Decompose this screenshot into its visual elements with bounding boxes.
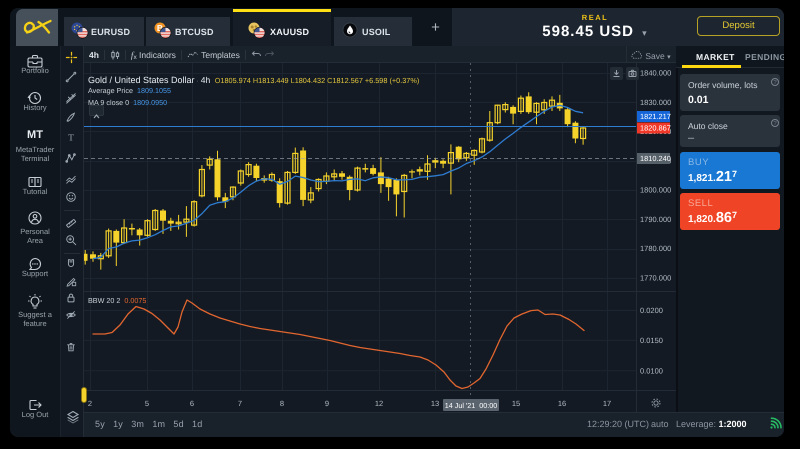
svg-text:6: 6 [190, 399, 194, 408]
svg-text:0.0150: 0.0150 [640, 336, 663, 345]
svg-text:1830.000: 1830.000 [640, 98, 671, 107]
svg-text:1840.000: 1840.000 [640, 69, 671, 78]
svg-text:1800.000: 1800.000 [640, 186, 671, 195]
svg-text:15: 15 [512, 399, 520, 408]
svg-text:7: 7 [238, 399, 242, 408]
svg-text:1790.000: 1790.000 [640, 215, 671, 224]
svg-text:1780.000: 1780.000 [640, 244, 671, 253]
svg-text:12: 12 [375, 399, 383, 408]
svg-text:8: 8 [280, 399, 284, 408]
svg-text:5: 5 [145, 399, 149, 408]
svg-text:16: 16 [558, 399, 566, 408]
svg-text:14 Jul '21 00:00: 14 Jul '21 00:00 [445, 401, 498, 410]
svg-text:T: T [68, 133, 74, 143]
svg-text:1770.000: 1770.000 [640, 273, 671, 282]
svg-text:13: 13 [431, 399, 439, 408]
svg-text:1810.240: 1810.240 [640, 154, 671, 163]
svg-text:0.0200: 0.0200 [640, 306, 663, 315]
svg-text:2: 2 [88, 399, 92, 408]
svg-text:0.0100: 0.0100 [640, 367, 663, 376]
svg-text:1820.867: 1820.867 [640, 124, 671, 133]
svg-text:17: 17 [603, 399, 611, 408]
svg-text:1821.217: 1821.217 [640, 112, 671, 121]
svg-text:9: 9 [325, 399, 329, 408]
